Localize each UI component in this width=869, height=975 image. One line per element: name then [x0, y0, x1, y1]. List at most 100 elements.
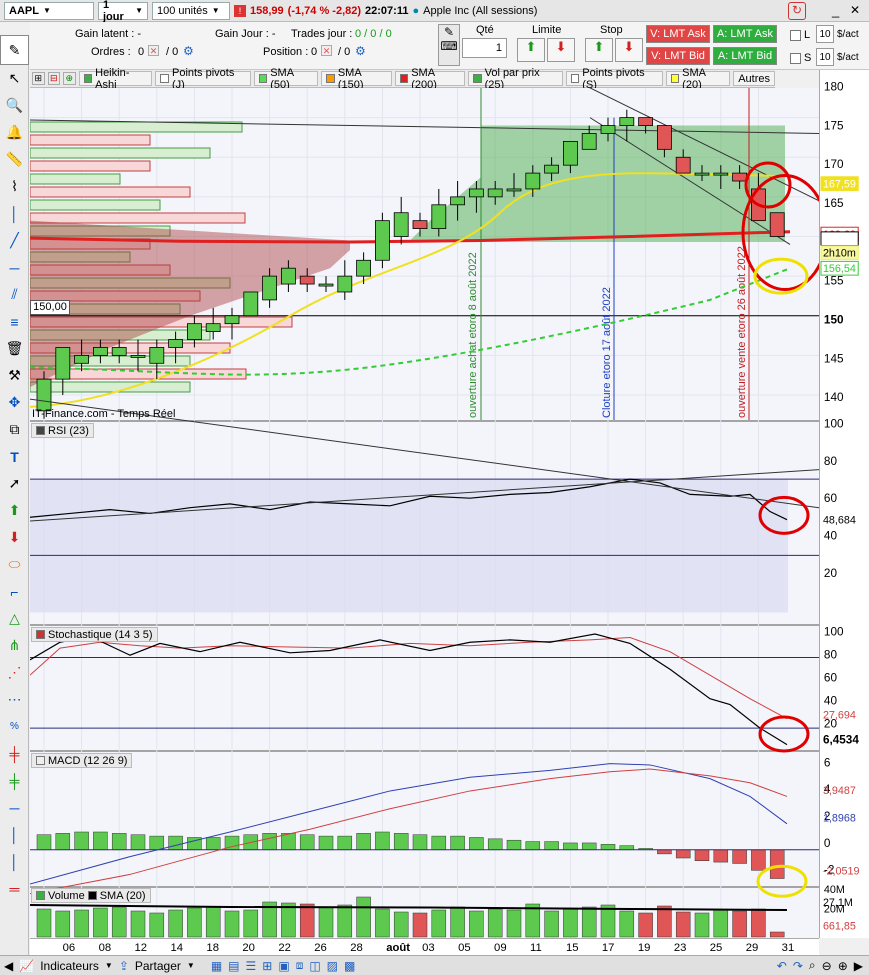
ruler-icon[interactable]: 📏	[0, 146, 29, 173]
units-select[interactable]: 100 unités ▼	[152, 1, 230, 20]
move-icon[interactable]: ✥	[0, 389, 29, 416]
buy-bid-button[interactable]: A: LMT Bid	[713, 47, 777, 65]
limit-buy-button[interactable]: ⬆	[517, 38, 545, 62]
legend-item[interactable]: SMA (200)	[394, 67, 466, 91]
channel-icon[interactable]: ⫽	[0, 281, 29, 308]
percent-icon[interactable]: %	[0, 713, 29, 740]
limit-sell-button[interactable]: ⬇	[547, 38, 575, 62]
trash-icon[interactable]: 🗑	[0, 335, 29, 362]
split-icon[interactable]: ◫	[309, 959, 320, 973]
up-arrow-icon[interactable]: ⬆	[0, 497, 29, 524]
sell-bid-button[interactable]: V: LMT Bid	[646, 47, 710, 65]
hline-blue-icon[interactable]: ─	[0, 794, 29, 821]
hline-green-icon[interactable]: ╪	[0, 767, 29, 794]
legend-item[interactable]: SMA (20)	[665, 67, 731, 91]
add-icon[interactable]: ⊕	[63, 72, 76, 85]
l-checkbox[interactable]	[790, 30, 801, 41]
stoch-title[interactable]: Stochastique (14 3 5)	[31, 627, 158, 642]
legend-item[interactable]: SMA (150)	[321, 67, 392, 91]
image-icon[interactable]: ▨	[327, 959, 338, 973]
sell-ask-button[interactable]: V: LMT Ask	[646, 25, 710, 43]
volume-title[interactable]: Volume SMA (20)	[31, 888, 151, 903]
legend-item[interactable]: Points pivots (S)	[565, 67, 663, 91]
legend-item[interactable]: Heikin-Ashi	[78, 67, 153, 91]
buy-ask-button[interactable]: A: LMT Ask	[713, 25, 777, 43]
arrow-icon[interactable]: ➚	[0, 470, 29, 497]
grid-icon[interactable]: ⊞	[262, 959, 272, 973]
refresh-icon[interactable]: ↻	[788, 2, 806, 20]
scroll-left-icon[interactable]: ◀	[4, 959, 13, 973]
tile-icon[interactable]: ⧈	[296, 958, 304, 973]
table-icon[interactable]: ▤	[228, 959, 239, 973]
apple-icon: ●	[412, 4, 420, 17]
legend-item[interactable]: Points pivots (J)	[155, 67, 251, 91]
candle-body	[694, 172, 710, 176]
legend-item[interactable]: Autres	[733, 71, 776, 86]
vertical-line-icon[interactable]: │	[0, 200, 29, 227]
fan-icon[interactable]: ⋰	[0, 659, 29, 686]
legend-item[interactable]: Vol par prix (25)	[468, 67, 563, 91]
symbol-select[interactable]: AAPL ▼	[4, 1, 94, 20]
minimize-icon[interactable]: _	[832, 3, 839, 18]
share-button[interactable]: Partager	[135, 959, 181, 973]
keyboard-icon[interactable]: ✎ ⌨	[438, 24, 460, 66]
layout-icon[interactable]: ▦	[211, 959, 222, 973]
legend-item[interactable]: SMA (50)	[253, 67, 319, 91]
vline-blue-icon[interactable]: │	[0, 821, 29, 848]
s-checkbox[interactable]	[790, 53, 801, 64]
chart-area[interactable]: ouverture achat etoro 8 août 2022 Cloture…	[30, 88, 819, 938]
triangle-icon[interactable]: △	[0, 605, 29, 632]
gear-icon[interactable]: ⚙	[183, 44, 194, 58]
node-icon[interactable]: ⌇	[0, 173, 29, 200]
pencil-icon[interactable]: ✎	[0, 35, 29, 65]
qty-input[interactable]: 1	[462, 38, 507, 58]
cancel-orders-icon[interactable]: ✕	[148, 45, 159, 56]
top-toolbar: AAPL ▼ 1 jour ▼ 100 unités ▼ ! 158,99 (-1,7…	[0, 0, 869, 23]
ellipse-icon[interactable]: ⬭	[0, 551, 29, 578]
text-icon[interactable]: T	[0, 443, 29, 470]
chevron-down-icon[interactable]: ▼	[187, 961, 195, 970]
trendline-icon[interactable]: ╱	[0, 227, 29, 254]
zoom-out-icon[interactable]: ⊖	[822, 959, 832, 973]
hammer-icon[interactable]: ⚒	[0, 362, 29, 389]
zoom-fit-icon[interactable]: ⌕	[809, 958, 816, 973]
path-icon[interactable]: ⌐	[0, 578, 29, 605]
remove-icon[interactable]: ⊟	[47, 72, 61, 85]
horizontal-line-icon[interactable]: ─	[0, 254, 29, 281]
pitchfork-icon[interactable]: ⋔	[0, 632, 29, 659]
alert-icon[interactable]: !	[234, 4, 246, 17]
copy-icon[interactable]: ⧉	[0, 416, 29, 443]
close-position-icon[interactable]: ✕	[321, 45, 332, 56]
indicators-button[interactable]: Indicateurs	[40, 959, 99, 973]
regression-icon[interactable]: ⋯	[0, 686, 29, 713]
close-icon[interactable]: ✕	[850, 3, 860, 17]
scroll-right-icon[interactable]: ▶	[854, 959, 863, 973]
hline-red2-icon[interactable]: ═	[0, 875, 29, 902]
macd-histogram-bar	[281, 833, 296, 851]
window-icon[interactable]: ▣	[278, 959, 289, 973]
period-select[interactable]: 1 jour ▼	[98, 0, 148, 23]
level-150-label[interactable]: 150,00	[30, 300, 70, 315]
undo-icon[interactable]: ↶	[777, 959, 787, 973]
chevron-down-icon[interactable]: ▼	[105, 961, 113, 970]
zoom-icon[interactable]: 🔍	[0, 92, 29, 119]
bell-icon[interactable]: 🔔	[0, 119, 29, 146]
expand-icon[interactable]: ⊞	[32, 72, 45, 85]
stop-buy-button[interactable]: ⬆	[585, 38, 613, 62]
zoom-in-icon[interactable]: ⊕	[838, 959, 848, 973]
down-arrow-icon[interactable]: ⬇	[0, 524, 29, 551]
rsi-title[interactable]: RSI (23)	[31, 423, 94, 438]
vline2-icon[interactable]: │	[0, 848, 29, 875]
price-axis: 180175170165160155150145140167,59160,601…	[819, 70, 869, 938]
hline-red-icon[interactable]: ╪	[0, 740, 29, 767]
redo-icon[interactable]: ↷	[793, 959, 803, 973]
fibonacci-icon[interactable]: ≡	[0, 308, 29, 335]
l-value-input[interactable]: 10	[816, 25, 834, 43]
gear-icon[interactable]: ⚙	[355, 44, 366, 58]
photo-icon[interactable]: ▩	[344, 959, 355, 973]
macd-title[interactable]: MACD (12 26 9)	[31, 753, 133, 768]
list-icon[interactable]: ☰	[246, 959, 257, 973]
cursor-icon[interactable]: ↖	[0, 65, 29, 92]
stop-sell-button[interactable]: ⬇	[615, 38, 643, 62]
s-value-input[interactable]: 10	[816, 48, 834, 66]
